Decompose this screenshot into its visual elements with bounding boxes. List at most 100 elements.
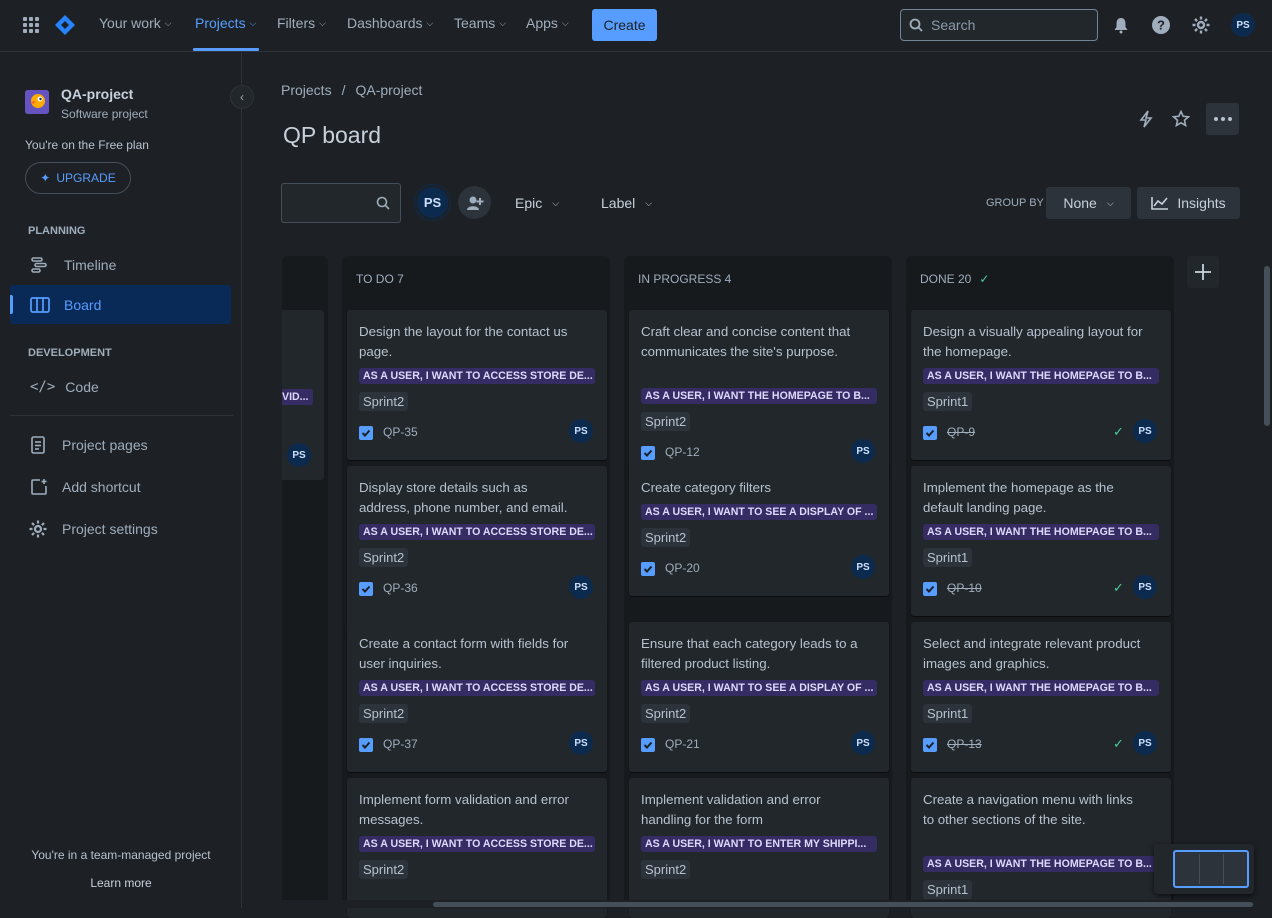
task-type-icon	[641, 738, 655, 752]
epic-lozenge[interactable]: AS A USER, I WANT TO ENTER MY SHIPPI...	[641, 836, 877, 852]
sidebar-item-project-pages[interactable]: Project pages	[10, 427, 231, 463]
scrollbar-thumb[interactable]	[1264, 266, 1270, 426]
settings-gear-icon[interactable]	[1190, 14, 1212, 36]
issue-card[interactable]: Design the layout for the contact us pag…	[347, 310, 607, 460]
epic-lozenge[interactable]: AS A USER, I WANT THE HOMEPAGE TO B...	[641, 388, 877, 404]
task-type-icon	[359, 426, 373, 440]
issue-key[interactable]: QP-36	[383, 581, 418, 595]
upgrade-button[interactable]: ✦ UPGRADE	[25, 162, 131, 194]
epic-filter[interactable]: Epic ⌵	[515, 195, 559, 211]
assignee-avatar[interactable]: PS	[569, 575, 593, 599]
chevron-down-icon: ⌵	[645, 197, 653, 208]
add-people-icon[interactable]	[458, 186, 491, 219]
epic-lozenge[interactable]: AS A USER, I WANT TO SEE A DISPLAY OF ..…	[641, 680, 877, 696]
horizontal-scrollbar[interactable]	[243, 900, 1262, 908]
add-column-icon[interactable]	[1187, 256, 1219, 288]
jira-logo-icon[interactable]	[52, 12, 78, 38]
epic-lozenge[interactable]: AS A USER, I WANT THE HOMEPAGE TO B...	[923, 524, 1159, 540]
nav-apps[interactable]: Apps ⌵	[526, 15, 569, 31]
assignee-avatar[interactable]: PS	[851, 731, 875, 755]
issue-card[interactable]: Create category filters AS A USER, I WANT…	[629, 466, 889, 596]
nav-projects[interactable]: Projects ⌵	[195, 15, 256, 31]
more-options-icon[interactable]	[1206, 103, 1239, 135]
group-by-select[interactable]: None ⌵	[1046, 187, 1131, 219]
user-avatar[interactable]: PS	[1231, 13, 1255, 37]
issue-card[interactable]: Ensure that each category leads to a fil…	[629, 622, 889, 772]
sidebar-item-code[interactable]: </> Code	[10, 369, 231, 405]
divider	[10, 415, 233, 416]
issue-key[interactable]: QP-10	[947, 581, 982, 595]
epic-lozenge[interactable]: AS A USER, I WANT TO ACCESS STORE DE...	[359, 368, 595, 384]
issue-card[interactable]: Implement form validation and error mess…	[347, 778, 607, 918]
app-switcher-icon[interactable]	[20, 14, 42, 36]
epic-lozenge[interactable]: AS A USER, I WANT TO ACCESS STORE DE...	[359, 680, 595, 696]
breadcrumb-projects[interactable]: Projects	[281, 82, 332, 98]
issue-key[interactable]: QP-21	[665, 737, 700, 751]
card-summary: Display store details such as address, p…	[359, 480, 568, 515]
chevron-down-icon: ⌵	[164, 17, 172, 28]
label-filter[interactable]: Label ⌵	[601, 195, 652, 211]
star-icon[interactable]	[1169, 107, 1193, 131]
sidebar-item-board[interactable]: Board	[10, 285, 231, 324]
assignee-avatar[interactable]: PS	[851, 555, 875, 579]
sidebar-item-add-shortcut[interactable]: Add shortcut	[10, 469, 231, 505]
assignee-avatar[interactable]: PS	[569, 419, 593, 443]
learn-more-link[interactable]: Learn more	[0, 876, 242, 890]
assignee-avatar[interactable]: PS	[1133, 731, 1157, 755]
assignee-avatar[interactable]: PS	[569, 731, 593, 755]
issue-card[interactable]: Implement the homepage as the default la…	[911, 466, 1171, 616]
issue-key[interactable]: QP-12	[665, 445, 700, 459]
issue-card[interactable]: Implement validation and error handling …	[629, 778, 889, 918]
epic-lozenge[interactable]: AS A USER, I WANT TO SEE A DISPLAY OF ..…	[641, 504, 877, 520]
column-title: TO DO 7	[356, 272, 404, 286]
sidebar-item-timeline[interactable]: Timeline	[10, 247, 231, 283]
task-type-icon	[359, 582, 373, 596]
column-header: DONE 20 ✓	[920, 272, 989, 286]
scrollbar-thumb[interactable]	[433, 902, 1253, 907]
card-partial[interactable]: VID... PS	[282, 310, 324, 480]
issue-card[interactable]: Create a contact form with fields for us…	[347, 622, 607, 772]
nav-teams[interactable]: Teams ⌵	[454, 15, 506, 31]
create-button[interactable]: Create	[592, 9, 657, 41]
breadcrumb-project[interactable]: QA-project	[355, 82, 422, 98]
insights-chart-icon	[1151, 196, 1169, 210]
epic-lozenge[interactable]: AS A USER, I WANT THE HOMEPAGE TO B...	[923, 856, 1159, 872]
nav-filters[interactable]: Filters ⌵	[277, 15, 326, 31]
issue-key[interactable]: QP-35	[383, 425, 418, 439]
issue-key[interactable]: QP-9	[947, 425, 975, 439]
epic-lozenge[interactable]: AS A USER, I WANT TO ACCESS STORE DE...	[359, 524, 595, 540]
minimap-viewport[interactable]	[1173, 850, 1249, 888]
issue-card[interactable]: Craft clear and concise content that com…	[629, 310, 889, 480]
issue-card[interactable]: Create a navigation menu with links to o…	[911, 778, 1171, 918]
task-type-icon	[923, 738, 937, 752]
nav-your-work[interactable]: Your work ⌵	[99, 15, 172, 31]
board-minimap[interactable]	[1154, 844, 1254, 894]
page-icon	[30, 436, 46, 454]
board-column: IN PROGRESS 4 Craft clear and concise con…	[624, 256, 892, 918]
nav-dashboards[interactable]: Dashboards ⌵	[347, 15, 433, 31]
help-icon[interactable]: ?	[1150, 14, 1172, 36]
issue-card[interactable]: Design a visually appealing layout for t…	[911, 310, 1171, 460]
issue-key[interactable]: QP-37	[383, 737, 418, 751]
development-heading: DEVELOPMENT	[28, 347, 112, 359]
vertical-scrollbar[interactable]	[1262, 256, 1272, 906]
assignee-filter-avatar[interactable]: PS	[415, 185, 450, 220]
issue-card[interactable]: Select and integrate relevant product im…	[911, 622, 1171, 772]
project-name[interactable]: QA-project	[61, 86, 133, 102]
sidebar-item-project-settings[interactable]: Project settings	[10, 511, 231, 547]
search-input[interactable]: Search	[900, 9, 1098, 41]
board-search-input[interactable]	[281, 183, 401, 223]
breadcrumb-separator: /	[341, 82, 346, 98]
notifications-icon[interactable]	[1110, 14, 1132, 36]
assignee-avatar[interactable]: PS	[1133, 419, 1157, 443]
epic-lozenge[interactable]: AS A USER, I WANT THE HOMEPAGE TO B...	[923, 680, 1159, 696]
assignee-avatar[interactable]: PS	[851, 439, 875, 463]
issue-key[interactable]: QP-13	[947, 737, 982, 751]
lightning-icon[interactable]	[1134, 107, 1158, 131]
epic-lozenge[interactable]: AS A USER, I WANT TO ACCESS STORE DE...	[359, 836, 595, 852]
issue-key[interactable]: QP-20	[665, 561, 700, 575]
insights-button[interactable]: Insights	[1137, 187, 1240, 219]
issue-card[interactable]: Display store details such as address, p…	[347, 466, 607, 636]
assignee-avatar[interactable]: PS	[1133, 575, 1157, 599]
epic-lozenge[interactable]: AS A USER, I WANT THE HOMEPAGE TO B...	[923, 368, 1159, 384]
